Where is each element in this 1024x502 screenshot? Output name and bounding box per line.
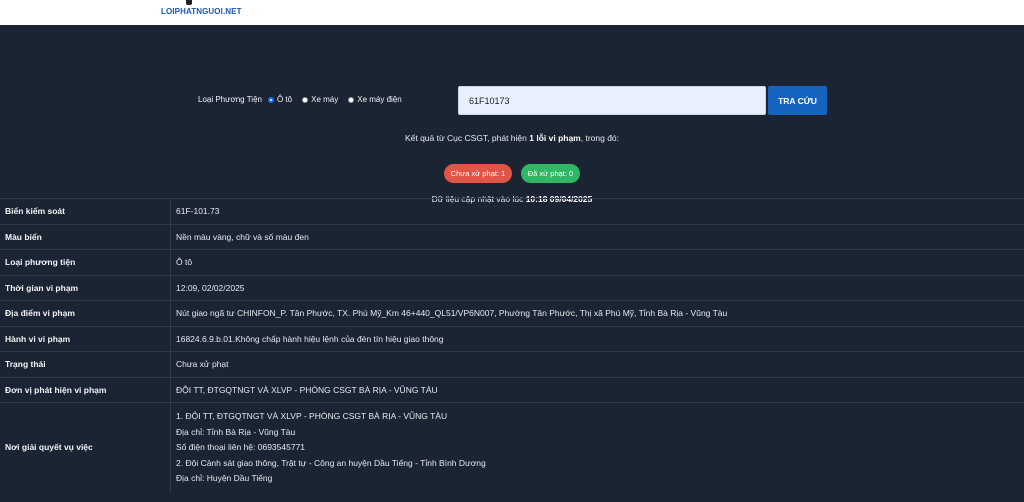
radio-xe-may-label: Xe máy <box>311 95 339 104</box>
result-prefix: Kết quả từ Cục CSGT, phát hiện <box>404 133 530 143</box>
unpaid-badge: Chưa xử phạt: 1 <box>444 164 512 183</box>
resolution-line: Số điện thoại liên hệ: 0693545771 <box>176 442 306 453</box>
status-value: Chưa xử phạt <box>170 351 1024 377</box>
location-value: Nút giao ngã tư CHINFON_P. Tân Phước, TX… <box>170 300 1024 326</box>
radio-xe-may-dien-label: Xe máy điện <box>357 95 402 104</box>
radio-oto[interactable]: Ô tô <box>267 95 293 104</box>
violation-label: Hành vi vi phạm <box>0 325 171 352</box>
table-row: Trạng thái Chưa xử phạt <box>0 351 1024 377</box>
table-row: Hành vi vi phạm 16824.6.9.b.01.Không chấ… <box>0 325 1024 352</box>
resolution-line: Địa chỉ: Tỉnh Bà Rịa - Vũng Tàu <box>176 426 296 437</box>
logo-icon <box>186 0 192 5</box>
table-row: Nơi giải quyết vụ việc 1. ĐỘI TT, ĐTGQTN… <box>0 401 1024 493</box>
plate-number-input[interactable] <box>458 86 766 115</box>
table-row: Địa điểm vi phạm Nút giao ngã tư CHINFON… <box>0 300 1024 326</box>
violation-value: 16824.6.9.b.01.Không chấp hành hiệu lệnh… <box>170 325 1024 352</box>
table-row: Biển kiểm soát 61F-101.73 <box>0 198 1024 224</box>
plate-value: 61F-101.73 <box>170 198 1024 224</box>
plate-color-value: Nền màu vàng, chữ và số màu đen <box>170 223 1024 250</box>
vehicle-type-group: Loại Phương Tiện Ô tô Xe máy Xe máy điện <box>198 95 412 104</box>
detecting-unit-label: Đơn vị phát hiện vi phạm <box>0 376 171 403</box>
result-suffix: , trong đó: <box>580 133 620 143</box>
violation-count: 1 lỗi vi phạm <box>529 133 581 143</box>
plate-label: Biển kiểm soát <box>0 198 171 224</box>
search-button[interactable]: TRA CỨU <box>768 86 827 115</box>
table-row: Màu biển Nền màu vàng, chữ và số màu đen <box>0 223 1024 250</box>
plate-color-label: Màu biển <box>0 223 171 250</box>
violation-details-table: Biển kiểm soát 61F-101.73 Màu biển Nền m… <box>0 198 1024 493</box>
radio-unchecked-icon[interactable] <box>348 96 355 103</box>
resolution-line: Địa chỉ: Huyện Dầu Tiếng <box>176 473 273 484</box>
site-logo[interactable]: LOIPHATNGUOI.NET <box>161 7 242 16</box>
table-row: Loại phương tiện Ô tô <box>0 249 1024 275</box>
violation-time-label: Thời gian vi phạm <box>0 274 171 301</box>
radio-unchecked-icon[interactable] <box>302 96 309 103</box>
status-label: Trạng thái <box>0 351 171 377</box>
violation-time-value: 12:09, 02/02/2025 <box>170 274 1024 301</box>
vehicle-type-value: Ô tô <box>170 249 1024 275</box>
resolution-line: 1. ĐỘI TT, ĐTGQTNGT VÀ XLVP - PHÒNG CSGT… <box>176 411 448 421</box>
radio-xe-may-dien[interactable]: Xe máy điện <box>348 95 402 104</box>
resolution-place-value: 1. ĐỘI TT, ĐTGQTNGT VÀ XLVP - PHÒNG CSGT… <box>170 401 1024 493</box>
location-label: Địa điểm vi phạm <box>0 300 171 326</box>
table-row: Thời gian vi phạm 12:09, 02/02/2025 <box>0 274 1024 301</box>
radio-xe-may[interactable]: Xe máy <box>302 95 338 104</box>
vehicle-type-label: Loại Phương Tiện <box>198 95 262 104</box>
resolution-line: 2. Đội Cảnh sát giao thông, Trật tự - Cô… <box>176 457 486 468</box>
result-summary: Kết quả từ Cục CSGT, phát hiện 1 lỗi vi … <box>0 133 1024 143</box>
top-header: LOIPHATNGUOI.NET <box>0 0 1024 25</box>
detecting-unit-value: ĐỘI TT, ĐTGQTNGT VÀ XLVP - PHÒNG CSGT BÀ… <box>170 376 1024 403</box>
radio-checked-icon[interactable] <box>267 96 274 103</box>
table-row: Đơn vị phát hiện vi phạm ĐỘI TT, ĐTGQTNG… <box>0 376 1024 403</box>
resolution-place-label: Nơi giải quyết vụ việc <box>0 401 171 493</box>
paid-badge: Đã xử phạt: 0 <box>521 164 580 183</box>
radio-oto-label: Ô tô <box>276 95 293 104</box>
vehicle-type-label-cell: Loại phương tiện <box>0 249 171 275</box>
